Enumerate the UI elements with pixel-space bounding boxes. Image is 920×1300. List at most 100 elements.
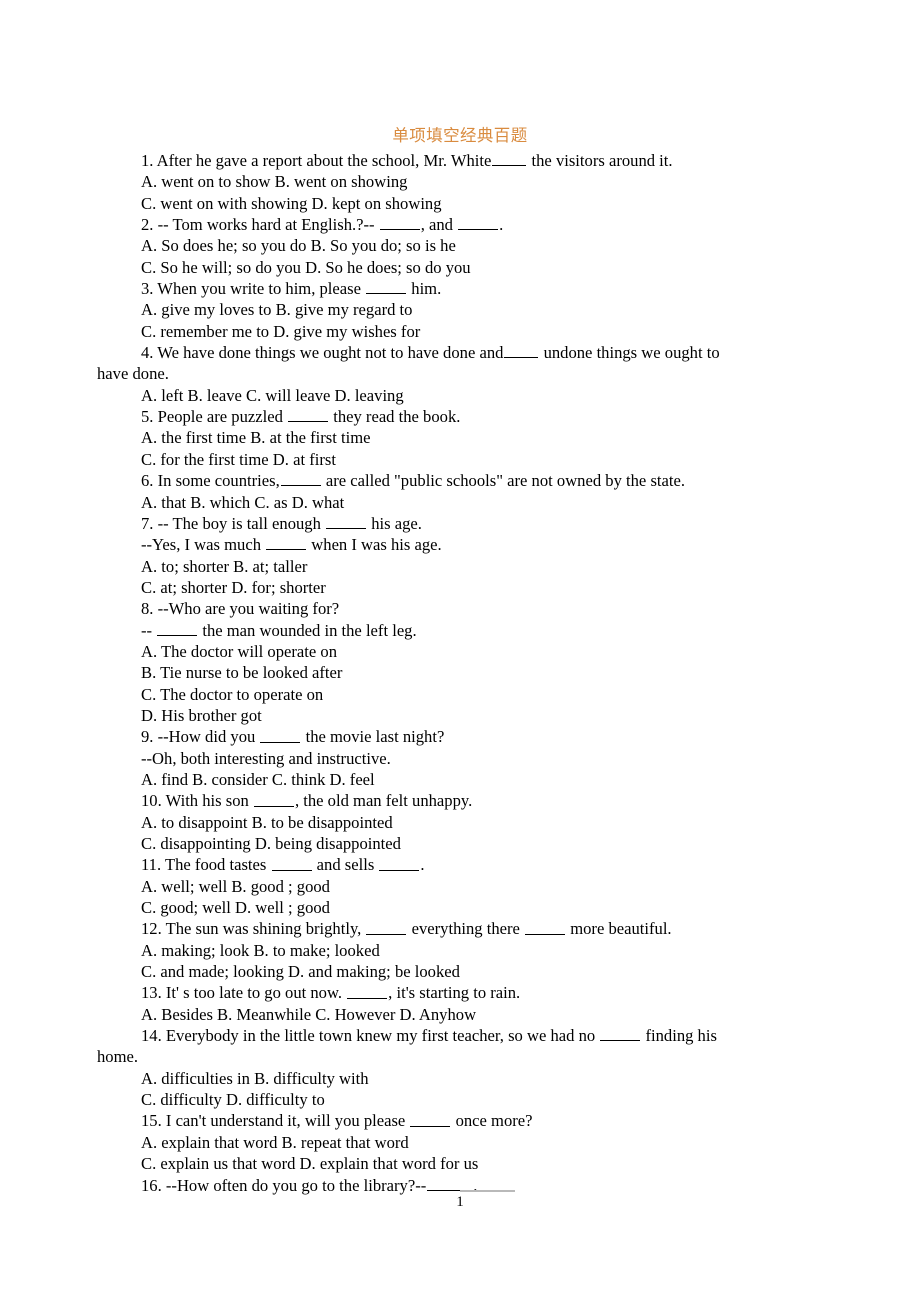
text-run: , it's starting to rain. (388, 983, 521, 1003)
document-body: 1. After he gave a report about the scho… (97, 150, 823, 1196)
text-run: A. making; look B. to make; looked (141, 940, 380, 960)
text-line-q11-cd: C. good; well D. well ; good (97, 897, 823, 918)
text-line-q3-ab: A. give my loves to B. give my regard to (97, 299, 823, 320)
text-run: 4. We have done things we ought not to h… (141, 343, 504, 363)
answer-blank (492, 150, 527, 167)
text-line-q4-stem2: have done. (97, 363, 823, 384)
text-run: him. (407, 279, 442, 299)
text-line-q10-cd: C. disappointing D. being disappointed (97, 833, 823, 854)
text-run: -- (141, 620, 157, 640)
text-line-q2-ab: A. So does he; so you do B. So you do; s… (97, 235, 823, 256)
text-run: C. disappointing D. being disappointed (141, 834, 401, 853)
text-run: A. find B. consider C. think D. feel (141, 769, 375, 789)
text-run: are called "public schools" are not owne… (321, 471, 685, 491)
text-line-q7-stem: 7. -- The boy is tall enough his age. (97, 513, 823, 534)
text-run: . (499, 215, 504, 235)
text-run: more beautiful. (566, 919, 672, 939)
answer-blank (600, 1025, 641, 1042)
text-line-q10-stem: 10. With his son , the old man felt unha… (97, 790, 823, 811)
text-run: --Yes, I was much (141, 535, 266, 555)
text-run: 7. -- The boy is tall enough (141, 513, 326, 533)
text-run: A. difficulties in B. difficulty with (141, 1068, 369, 1088)
text-line-q8-stem: 8. --Who are you waiting for? (97, 598, 823, 619)
text-line-q8-reply: -- the man wounded in the left leg. (97, 620, 823, 641)
text-run: A. to; shorter B. at; taller (141, 556, 308, 576)
answer-blank (427, 1175, 473, 1191)
text-run: 3. When you write to him, please (141, 279, 366, 299)
text-run: C. and made; looking D. and making; be l… (141, 962, 460, 982)
text-run: A. that B. which C. as D. what (141, 492, 345, 512)
text-line-q15-ab: A. explain that word B. repeat that word (97, 1132, 823, 1153)
answer-blank (157, 620, 198, 636)
text-run: and sells (312, 855, 379, 875)
text-run: 14. Everybody in the little town knew my… (141, 1026, 600, 1046)
text-run: A. to disappoint B. to be disappointed (141, 812, 393, 832)
answer-blank (410, 1110, 451, 1127)
text-run: A. give my loves to B. give my regard to (141, 300, 413, 320)
text-run: finding his (641, 1026, 717, 1046)
text-line-q5-stem: 5. People are puzzled they read the book… (97, 406, 823, 427)
document-page: 单项填空经典百题 1. After he gave a report about… (0, 0, 920, 1300)
text-line-q7-reply: --Yes, I was much when I was his age. (97, 534, 823, 555)
answer-blank (347, 982, 388, 999)
text-run: 9. --How did you (141, 727, 260, 747)
text-line-q12-ab: A. making; look B. to make; looked (97, 940, 823, 961)
page-title: 单项填空经典百题 (392, 126, 528, 145)
answer-blank (525, 918, 566, 935)
text-run: the man wounded in the left leg. (198, 620, 417, 640)
text-run: have done. (97, 364, 169, 384)
text-run: 15. I can't understand it, will you plea… (141, 1111, 410, 1131)
text-run: C. remember me to D. give my wishes for (141, 321, 421, 341)
text-run: C. for the first time D. at first (141, 449, 336, 469)
text-line-q8-d: D. His brother got (97, 705, 823, 726)
text-line-q6-opts: A. that B. which C. as D. what (97, 492, 823, 513)
answer-blank (504, 342, 539, 359)
answer-blank (458, 214, 499, 231)
text-run: the visitors around it. (527, 151, 673, 170)
text-run: 2. -- Tom works hard at English.?-- (141, 215, 379, 235)
text-run: A. the first time B. at the first time (141, 428, 371, 448)
page-number: 1 (456, 1194, 464, 1210)
text-run: 12. The sun was shining brightly, (141, 919, 366, 939)
text-line-q7-cd: C. at; shorter D. for; shorter (97, 577, 823, 598)
text-run: home. (97, 1047, 139, 1067)
text-run: C. good; well D. well ; good (141, 898, 330, 918)
text-run: C. So he will; so do you D. So he does; … (141, 257, 471, 277)
text-run: . (420, 855, 425, 875)
text-run: A. Besides B. Meanwhile C. However D. An… (141, 1004, 477, 1024)
text-run: C. at; shorter D. for; shorter (141, 577, 326, 597)
text-run: C. went on with showing D. kept on showi… (141, 193, 442, 213)
text-line-q12-cd: C. and made; looking D. and making; be l… (97, 961, 823, 982)
text-run: A. explain that word B. repeat that word (141, 1132, 409, 1152)
text-run: D. His brother got (141, 705, 262, 725)
text-line-q7-ab: A. to; shorter B. at; taller (97, 556, 823, 577)
text-line-q9-opts: A. find B. consider C. think D. feel (97, 769, 823, 790)
text-run: B. Tie nurse to be looked after (141, 663, 343, 683)
text-run: C. difficulty D. difficulty to (141, 1090, 325, 1110)
text-line-q6-stem: 6. In some countries, are called "public… (97, 470, 823, 491)
text-run: C. explain us that word D. explain that … (141, 1154, 479, 1174)
text-run: C. The doctor to operate on (141, 684, 324, 704)
text-line-q8-a: A. The doctor will operate on (97, 641, 823, 662)
text-line-q14-stem2: home. (97, 1046, 823, 1067)
text-run: they read the book. (329, 407, 461, 427)
text-line-q11-ab: A. well; well B. good ; good (97, 876, 823, 897)
text-line-q8-c: C. The doctor to operate on (97, 684, 823, 705)
text-line-q1-cd: C. went on with showing D. kept on showi… (97, 193, 823, 214)
text-run: 5. People are puzzled (141, 407, 288, 427)
text-line-q8-b: B. Tie nurse to be looked after (97, 662, 823, 683)
answer-blank (326, 513, 367, 530)
text-line-q13-stem: 13. It' s too late to go out now. , it's… (97, 982, 823, 1003)
text-run: when I was his age. (307, 535, 442, 555)
text-line-q14-cd: C. difficulty D. difficulty to (97, 1089, 823, 1110)
text-line-q5-ab: A. the first time B. at the first time (97, 427, 823, 448)
text-line-q13-opts: A. Besides B. Meanwhile C. However D. An… (97, 1004, 823, 1025)
text-run: 6. In some countries, (141, 471, 280, 491)
text-run: A. well; well B. good ; good (141, 876, 330, 896)
text-line-q4-stem: 4. We have done things we ought not to h… (97, 342, 823, 363)
answer-blank (280, 470, 321, 487)
text-line-q3-cd: C. remember me to D. give my wishes for (97, 321, 823, 342)
text-run: 11. The food tastes (141, 855, 271, 875)
text-line-q4-opts: A. left B. leave C. will leave D. leavin… (97, 385, 823, 406)
text-line-q14-stem: 14. Everybody in the little town knew my… (97, 1025, 823, 1046)
